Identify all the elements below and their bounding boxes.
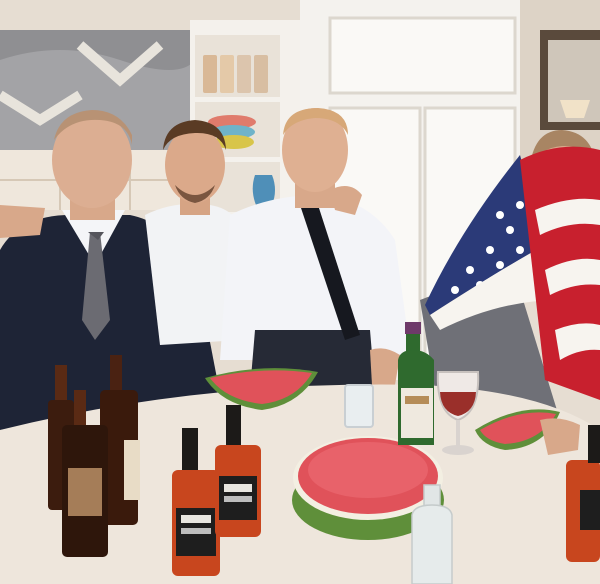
face (165, 127, 225, 203)
spice-jar (254, 55, 268, 93)
spice-jar (220, 55, 234, 93)
spice-jar (237, 55, 251, 93)
scene-illustration (0, 0, 600, 584)
photo-scene (0, 0, 600, 584)
shot-glass (344, 384, 374, 428)
spice-jar (203, 55, 217, 93)
